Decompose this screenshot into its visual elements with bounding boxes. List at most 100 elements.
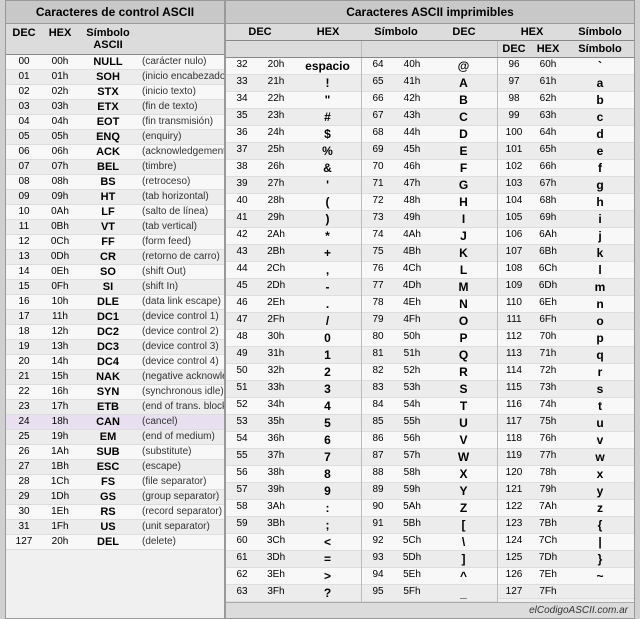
right-row: 442Ch, — [226, 262, 361, 279]
right-cell-dec: 98 — [498, 92, 530, 108]
left-cell-hex: 03h — [42, 100, 78, 114]
right-cell-sym: ( — [294, 194, 361, 210]
left-rows: 0000hNULL(carácter nulo)0101hSOH(inicio … — [6, 55, 224, 550]
right-cell-sym: N — [430, 296, 497, 312]
right-cell-hex: 60h — [530, 58, 566, 74]
right-cell-sym — [566, 585, 634, 598]
right-cell-sym: - — [294, 279, 361, 295]
right-cell-hex: 5Bh — [394, 517, 430, 533]
left-cell-desc: (shift In) — [138, 280, 224, 294]
right-row: 5436h6 — [226, 432, 361, 449]
left-cell-sym: HT — [78, 190, 138, 204]
right-row: 744AhJ — [362, 228, 497, 245]
col3-header-group: DECHEXSímbolo — [498, 41, 634, 57]
right-cell-hex: 2Eh — [258, 296, 294, 312]
right-cell-hex: 79h — [530, 483, 566, 499]
left-row: 261AhSUB(substitute) — [6, 445, 224, 460]
left-cell-sym: DC2 — [78, 325, 138, 339]
right-cell-dec: 118 — [498, 432, 530, 448]
right-cell-hex: 5Ah — [394, 500, 430, 516]
right-col-header: DEC HEX Símbolo DEC HEX Símbolo — [226, 24, 634, 41]
right-cell-hex: 34h — [258, 398, 294, 414]
left-cell-dec: 23 — [6, 400, 42, 414]
right-row: 8858hX — [362, 466, 497, 483]
right-row: 935Dh] — [362, 551, 497, 568]
right-cell-hex: 43h — [394, 109, 430, 125]
right-row: 11674ht — [498, 398, 634, 415]
right-cell-sym: D — [430, 126, 497, 142]
left-cell-sym: ETX — [78, 100, 138, 114]
right-cell-sym: p — [566, 330, 634, 346]
left-cell-sym: ETB — [78, 400, 138, 414]
left-cell-hex: 07h — [42, 160, 78, 174]
right-cell-dec: 103 — [498, 177, 530, 193]
right-cell-hex: 47h — [394, 177, 430, 193]
right-cell-sym: $ — [294, 126, 361, 142]
right-cell-dec: 115 — [498, 381, 530, 397]
right-cell-dec: 65 — [362, 75, 394, 91]
left-cell-dec: 00 — [6, 55, 42, 69]
left-cell-hex: 20h — [42, 535, 78, 549]
right-cell-sym: 7 — [294, 449, 361, 465]
right-cell-hex: 7Bh — [530, 517, 566, 533]
right-row: 754BhK — [362, 245, 497, 262]
right-rows: 3220hespacio3321h!3422h"3523h#3624h$3725… — [226, 58, 634, 602]
right-cell-hex: 71h — [530, 347, 566, 363]
left-cell-hex: 01h — [42, 70, 78, 84]
right-cell-dec: 112 — [498, 330, 530, 346]
left-cell-sym: SI — [78, 280, 138, 294]
right-cell-dec: 108 — [498, 262, 530, 278]
right-row: 915Bh[ — [362, 517, 497, 534]
right-cell-dec: 111 — [498, 313, 530, 329]
left-cell-desc: (device control 4) — [138, 355, 224, 369]
right-row: 12179hy — [498, 483, 634, 500]
right-cell-dec: 121 — [498, 483, 530, 499]
right-title: Caracteres ASCII imprimibles — [346, 5, 514, 19]
right-cell-sym: b — [566, 92, 634, 108]
right-cell-dec: 77 — [362, 279, 394, 295]
right-cell-sym: ; — [294, 517, 361, 533]
right-cell-hex: 21h — [258, 75, 294, 91]
right-cell-sym: I — [430, 211, 497, 227]
right-row: 6642hB — [362, 92, 497, 109]
right-row: 12078hx — [498, 466, 634, 483]
right-cell-dec: 63 — [226, 585, 258, 601]
left-cell-dec: 04 — [6, 115, 42, 129]
right-cell-dec: 54 — [226, 432, 258, 448]
right-cell-sym: % — [294, 143, 361, 159]
right-cell-hex: 78h — [530, 466, 566, 482]
right-cell-sym: ! — [294, 75, 361, 91]
right-cell-sym: 1 — [294, 347, 361, 363]
right-cell-hex: 3Fh — [258, 585, 294, 601]
right-cell-hex: 4Ah — [394, 228, 430, 244]
right-cell-sym: _ — [430, 585, 497, 601]
left-cell-dec: 01 — [6, 70, 42, 84]
right-cell-hex: 29h — [258, 211, 294, 227]
left-cell-hex: 04h — [42, 115, 78, 129]
left-cell-desc: (data link escape) — [138, 295, 224, 309]
right-cell-dec: 122 — [498, 500, 530, 516]
left-cell-dec: 15 — [6, 280, 42, 294]
right-cell-dec: 90 — [362, 500, 394, 516]
right-cell-sym: o — [566, 313, 634, 329]
left-cell-sym: GS — [78, 490, 138, 504]
right-row: 1106Ehn — [498, 296, 634, 313]
left-cell-hex: 0Fh — [42, 280, 78, 294]
right-cell-hex: 6Fh — [530, 313, 566, 329]
left-title: Caracteres de control ASCII — [36, 5, 194, 19]
right-cell-dec: 56 — [226, 466, 258, 482]
right-cell-sym: s — [566, 381, 634, 397]
right-cell-sym: u — [566, 415, 634, 431]
left-row: 311FhUS(unit separator) — [6, 520, 224, 535]
right-cell-sym: T — [430, 398, 497, 414]
left-cell-dec: 10 — [6, 205, 42, 219]
right-row: 9660h` — [498, 58, 634, 75]
left-cell-desc: (file separator) — [138, 475, 224, 489]
right-row: 6541hA — [362, 75, 497, 92]
right-cell-sym: @ — [430, 58, 497, 74]
right-cell-dec: 125 — [498, 551, 530, 567]
right-cell-dec: 73 — [362, 211, 394, 227]
right-cell-sym: + — [294, 245, 361, 261]
left-cell-dec: 08 — [6, 175, 42, 189]
left-cell-dec: 27 — [6, 460, 42, 474]
